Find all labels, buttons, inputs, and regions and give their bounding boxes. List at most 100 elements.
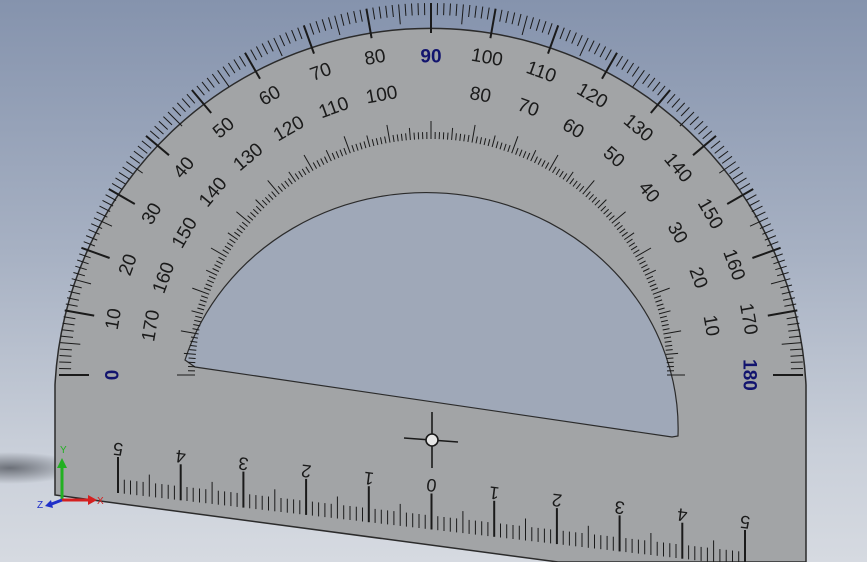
degree-tick [222,66,231,77]
degree-tick [211,73,220,85]
degree-tick [181,98,191,108]
major-angle-label: 90 [420,47,441,68]
degree-tick [718,150,729,159]
degree-tick [680,107,690,117]
degree-tick [334,15,341,36]
degree-tick [666,93,676,104]
degree-tick [154,125,164,135]
degree-tick [588,40,595,52]
degree-tick [665,349,673,351]
triad-y-arrow-icon [57,458,67,468]
degree-tick [133,150,144,159]
major-angle-label: 0 [103,370,124,381]
degree-tick [346,12,351,25]
degree-tick [615,55,624,67]
degree-tick [559,27,565,40]
degree-tick [710,140,721,149]
degree-tick [480,6,484,19]
triad-z-label: Z [37,500,43,511]
degree-tick [505,10,509,24]
degree-tick [149,130,160,140]
degree-tick [261,43,269,55]
degree-tick [398,4,401,25]
degree-tick [378,6,382,19]
degree-tick [404,3,407,16]
degree-tick [172,107,182,117]
degree-tick [163,116,173,126]
degree-tick [593,43,601,55]
degree-tick [328,17,333,30]
degree-tick [605,49,612,61]
triad-z-arrow-icon [45,500,53,508]
degree-tick [447,132,449,140]
degree-tick [285,32,291,44]
triad-x-arrow-icon [88,495,97,505]
degree-tick [676,102,686,113]
degree-tick [206,77,215,88]
degree-tick [529,17,534,30]
degree-tick [118,171,130,180]
degree-tick [102,199,114,207]
angle-label: 80 [468,83,492,107]
degree-tick [233,59,241,70]
degree-tick [732,171,744,180]
angle-label: 10 [102,307,126,331]
degree-tick [647,77,656,88]
degree-tick [565,29,571,42]
degree-tick [141,140,152,149]
degree-tick [189,349,197,351]
degree-tick [449,3,451,16]
degree-tick [626,62,635,74]
degree-tick [291,29,297,42]
degree-tick [455,133,457,141]
degree-tick [579,37,589,57]
degree-tick [385,5,388,18]
degree-tick [279,34,286,47]
degree-tick [547,23,553,35]
degree-tick [671,98,681,108]
degree-tick [340,13,345,26]
degree-tick [455,3,458,16]
degree-tick [748,199,760,207]
degree-tick [521,15,528,36]
degree-tick [115,177,126,185]
degree-tick [405,133,407,141]
degree-tick [309,23,315,35]
degree-tick [621,59,629,70]
degree-tick [599,46,607,58]
degree-tick [736,177,747,185]
degree-tick [745,194,757,201]
degree-tick [511,12,516,25]
degree-tick [158,120,169,130]
degree-tick [679,111,695,127]
degree-tick [413,132,415,140]
view-orientation-triad[interactable]: Y X Z [34,438,114,518]
degree-tick [227,62,236,74]
major-angle-label: 180 [739,359,760,391]
degree-tick [411,3,413,16]
degree-tick [576,34,583,47]
degree-tick [693,120,704,130]
degree-tick [499,9,503,22]
angle-label: 10 [699,313,723,337]
degree-tick [321,19,327,31]
degree-tick [59,355,72,357]
degree-tick [359,9,363,22]
degree-tick [729,166,740,175]
degree-tick [188,357,196,359]
degree-tick [751,205,763,213]
degree-tick [105,194,117,201]
graphics-viewport[interactable]: 01020304050607080 90 100 110120130140150160… [0,0,867,562]
degree-tick [754,211,766,218]
degree-tick [474,5,477,18]
degree-tick [372,7,376,20]
degree-tick [790,355,803,357]
degree-tick [541,21,547,33]
degree-tick [353,10,357,24]
degree-tick [186,93,196,104]
degree-tick [702,130,713,140]
degree-tick [201,81,210,92]
degree-tick [698,125,708,135]
degree-tick [657,85,666,96]
degree-tick [122,166,133,175]
